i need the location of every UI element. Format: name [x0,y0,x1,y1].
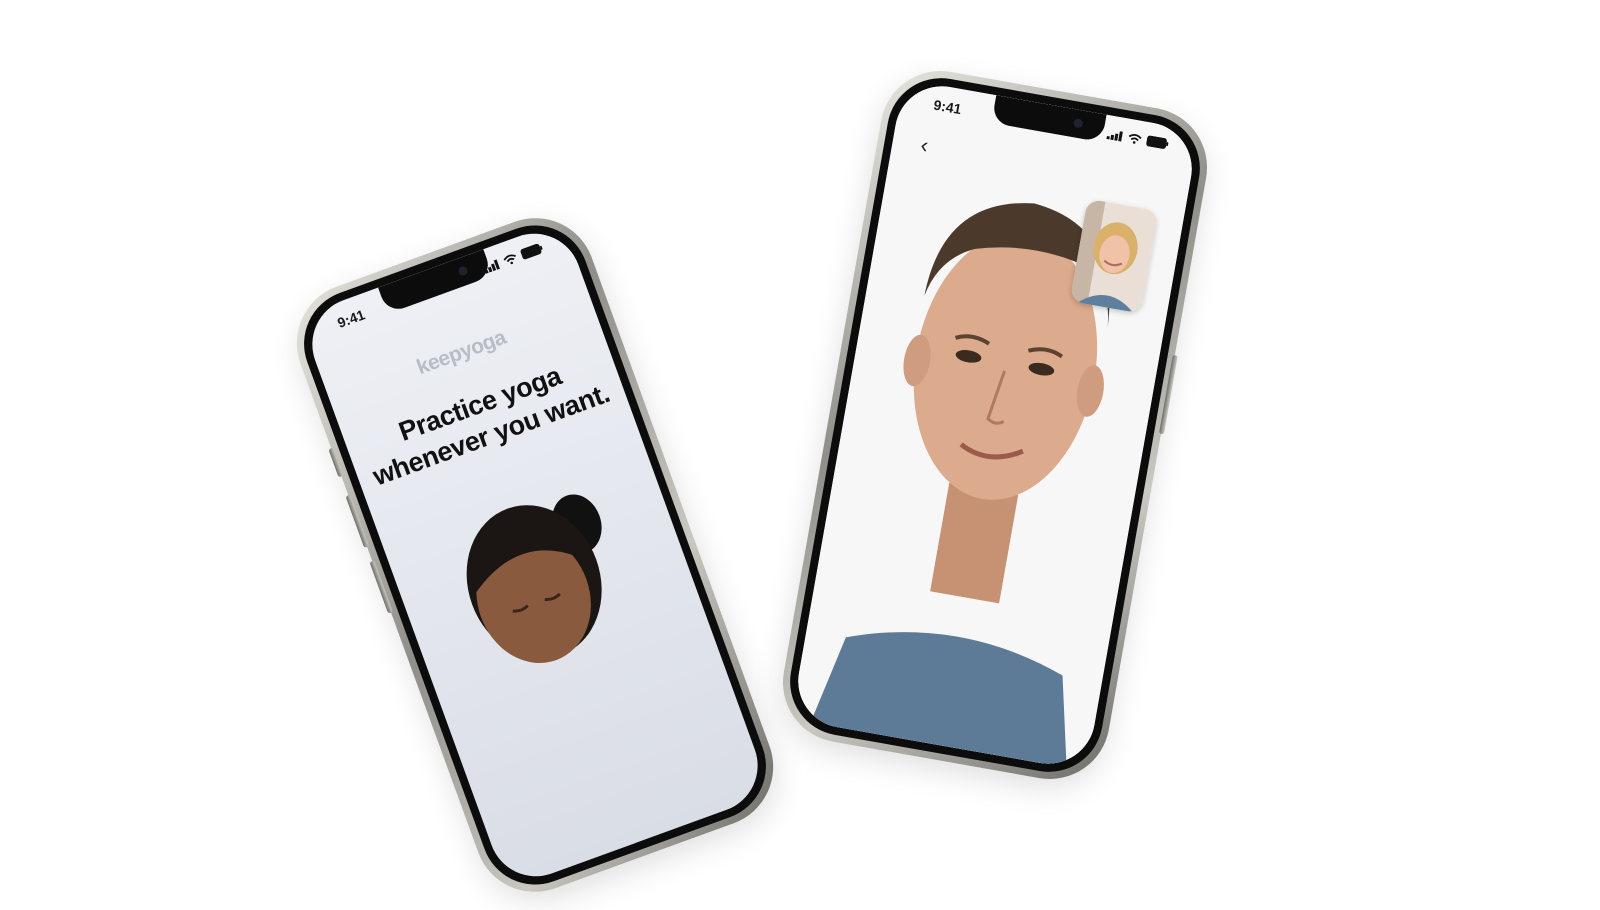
phone-mockup-left: 9:41 keepyoga Practice yoga whenever you… [279,201,791,909]
yoga-woman-image [466,494,602,663]
battery-icon [520,243,543,260]
notch [378,249,493,314]
phone-bezel: 9:41 keepyoga Practice yoga whenever you… [288,210,782,900]
camera-icon [1072,118,1084,129]
phone-screen: 9:41 ‹ [790,78,1200,772]
signal-icon [1106,130,1123,142]
video-call-main-image [790,78,1200,772]
chevron-left-icon[interactable]: ‹ [913,132,937,159]
phone-bezel: 9:41 ‹ [781,69,1209,781]
camera-icon [457,265,469,277]
phone-screen: 9:41 keepyoga Practice yoga whenever you… [299,220,771,890]
status-time: 9:41 [335,306,367,331]
phone-mockup-right: 9:41 ‹ [773,61,1217,789]
status-icons [482,242,544,274]
wifi-icon [503,254,516,264]
wifi-icon [1128,133,1142,144]
